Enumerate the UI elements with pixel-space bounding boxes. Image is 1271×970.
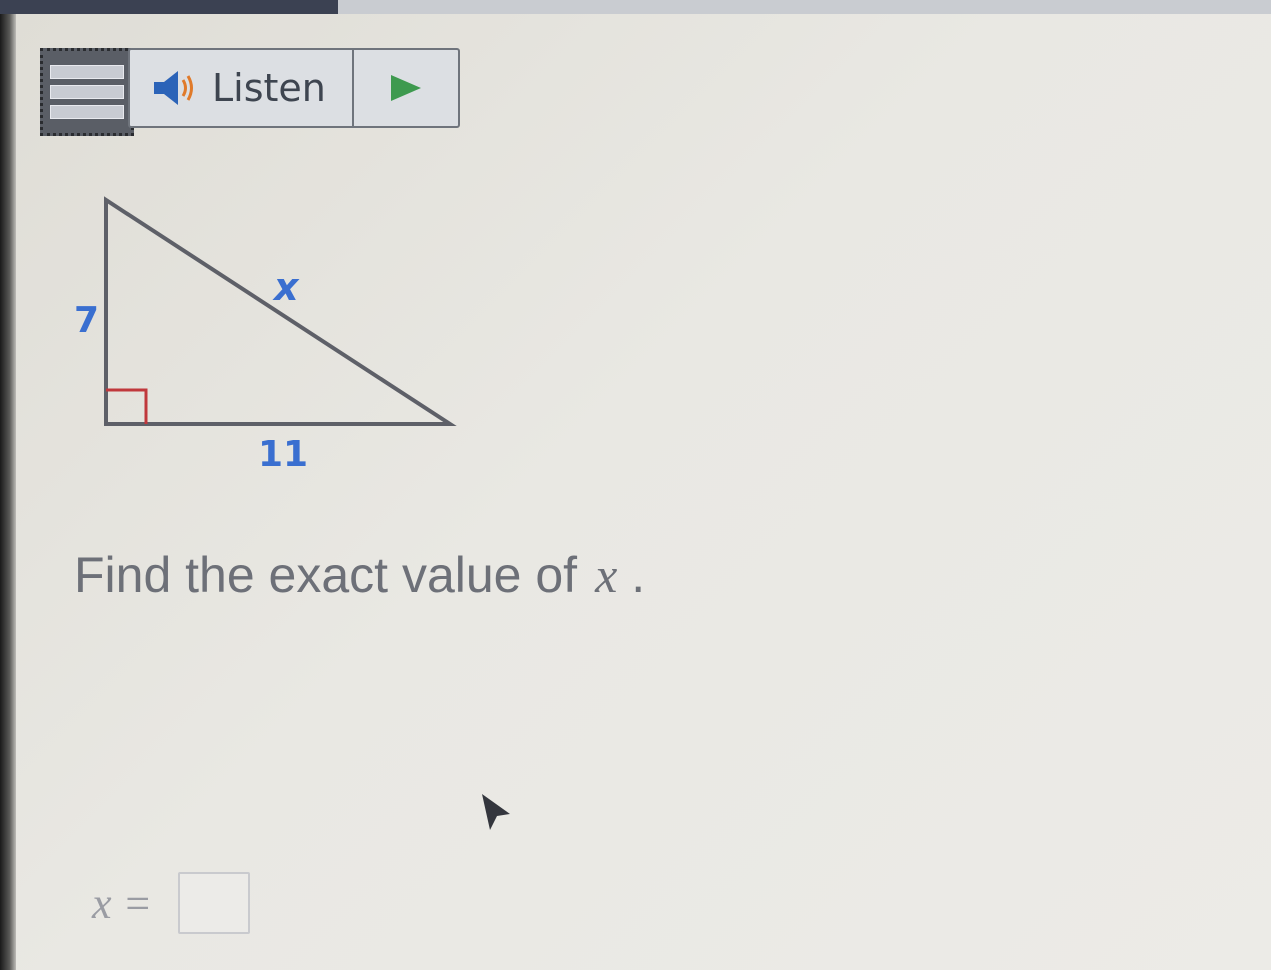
speaker-icon bbox=[154, 71, 193, 105]
listen-label: Listen bbox=[212, 66, 326, 110]
play-icon bbox=[391, 75, 421, 101]
menu-button[interactable] bbox=[40, 48, 134, 136]
answer-row: x = bbox=[92, 872, 251, 934]
hamburger-menu-icon bbox=[50, 65, 124, 79]
content-area bbox=[16, 14, 1271, 970]
triangle-shape bbox=[104, 196, 457, 426]
answer-input[interactable] bbox=[178, 872, 251, 934]
answer-label: x = bbox=[92, 878, 153, 928]
triangle-figure: 7 11 x bbox=[74, 196, 457, 475]
hamburger-menu-icon-bar bbox=[50, 105, 124, 119]
right-angle-marker bbox=[106, 388, 148, 424]
question-text: Find the exact value of x . bbox=[74, 546, 645, 604]
window-edge bbox=[0, 14, 16, 970]
listen-button[interactable]: Listen bbox=[130, 50, 354, 126]
listen-toolbar: Listen bbox=[128, 48, 460, 128]
question-prompt: Find the exact value of bbox=[74, 547, 578, 603]
side-label-hypotenuse: x bbox=[272, 265, 300, 309]
side-label-vertical: 7 bbox=[74, 300, 99, 341]
play-button[interactable] bbox=[354, 50, 458, 126]
side-label-horizontal: 11 bbox=[258, 434, 308, 475]
mouse-cursor-icon bbox=[482, 794, 510, 830]
question-period: . bbox=[631, 547, 646, 603]
question-variable: x bbox=[595, 547, 618, 603]
top-progress-bar bbox=[0, 0, 1271, 14]
hamburger-menu-icon-bar bbox=[50, 85, 124, 99]
progress-fill bbox=[0, 0, 338, 14]
